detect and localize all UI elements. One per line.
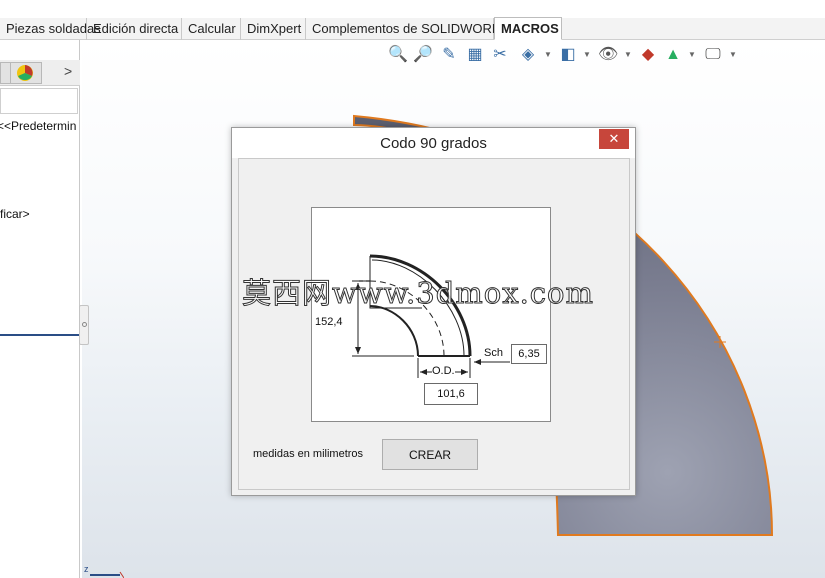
filter-box[interactable] <box>0 88 78 114</box>
dialog-title: Codo 90 grados <box>232 128 635 158</box>
tab-calcular[interactable]: Calcular <box>182 18 241 40</box>
chevron-down-icon[interactable]: ▼ <box>688 50 696 59</box>
chevron-down-icon[interactable]: ▼ <box>583 50 591 59</box>
sch-label: Sch <box>484 347 503 359</box>
display-style-icon[interactable]: ◧ <box>558 44 578 66</box>
coordinate-triad: z <box>84 564 125 578</box>
tab-dimxpert[interactable]: DimXpert <box>241 18 306 40</box>
chevron-down-icon[interactable]: ▼ <box>729 50 737 59</box>
tab-edicion-directa[interactable]: Edición directa <box>87 18 182 40</box>
hide-show-icon[interactable]: 👁 <box>598 44 618 66</box>
zoom-to-area-icon[interactable]: 🔎 <box>413 44 433 66</box>
chevron-right-icon[interactable]: > <box>64 63 72 79</box>
previous-view-icon[interactable]: ✎ <box>439 44 459 66</box>
height-value: 152,4 <box>315 316 343 328</box>
section-view-icon[interactable]: ▦ <box>465 44 485 66</box>
display-manager-icon <box>17 65 33 81</box>
elbow-diagram: 152,4 Sch 6,35 O.D. 101,6 <box>311 207 551 422</box>
units-label: medidas en milimetros <box>253 448 364 460</box>
triad-z-label: z <box>84 564 89 574</box>
tab-piezas-soldadas[interactable]: Piezas soldadas <box>0 18 101 40</box>
panel-divider <box>0 334 80 336</box>
tab-macros[interactable]: MACROS <box>494 17 562 40</box>
chevron-down-icon[interactable]: ▼ <box>544 50 552 59</box>
panel-tabs: > <box>0 60 80 86</box>
edit-appearance-icon[interactable]: ◆ <box>638 44 658 66</box>
command-manager-tabs: Piezas soldadas Edición directa Calcular… <box>0 17 825 40</box>
tab-complementos[interactable]: Complementos de SOLIDWORKS <box>306 18 509 40</box>
view-settings-icon[interactable]: 🖵 <box>703 44 723 66</box>
close-button[interactable]: ✕ <box>599 129 629 149</box>
zoom-to-fit-icon[interactable]: 🔍 <box>388 44 408 66</box>
dialog-content: 152,4 Sch 6,35 O.D. 101,6 medidas en mil… <box>238 158 630 490</box>
feature-manager-panel: > <<Predetermin ficar> <box>0 40 80 578</box>
configuration-text[interactable]: <<Predetermin <box>0 119 76 133</box>
panel-collapse-handle[interactable] <box>79 305 89 345</box>
sch-field[interactable]: 6,35 <box>511 344 547 364</box>
triad-axes-icon <box>90 571 125 578</box>
crear-button[interactable]: CREAR <box>382 439 478 470</box>
apply-scene-icon[interactable]: ▲ <box>663 44 683 66</box>
od-label: O.D. <box>432 365 455 377</box>
dynamic-annotation-icon[interactable]: ✂ <box>490 44 510 66</box>
appearance-tab-button[interactable] <box>10 62 42 84</box>
edit-text[interactable]: ficar> <box>0 207 30 221</box>
chevron-down-icon[interactable]: ▼ <box>624 50 632 59</box>
od-field[interactable]: 101,6 <box>424 383 478 405</box>
view-orientation-icon[interactable]: ◈ <box>518 44 538 66</box>
watermark-text: 莫西网www.3dmox.com <box>242 276 594 311</box>
